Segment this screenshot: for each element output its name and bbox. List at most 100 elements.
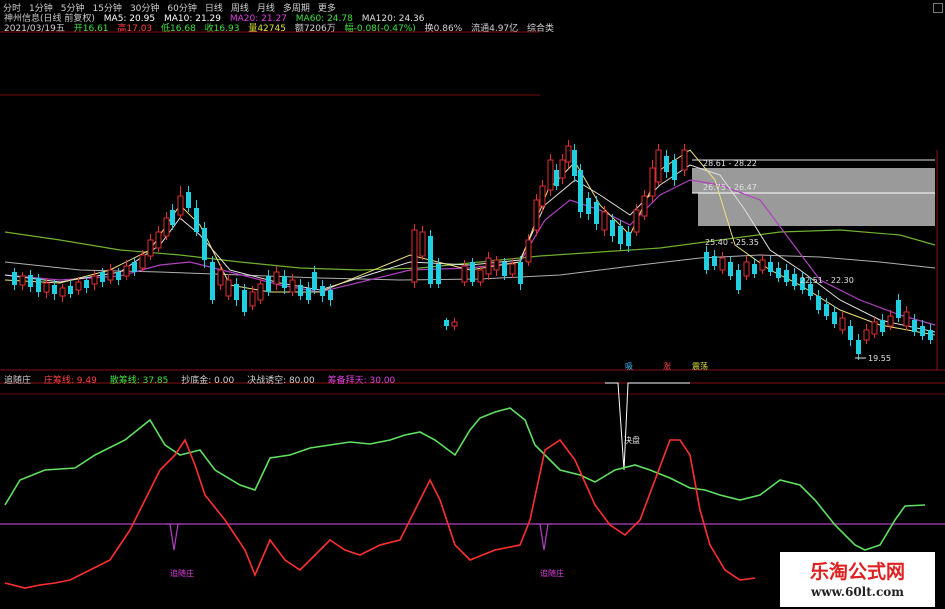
candle-body: [559, 159, 566, 179]
candle-body: [132, 262, 137, 272]
candle-body: [664, 156, 669, 172]
candle-body: [163, 217, 170, 237]
candle-body: [451, 321, 458, 327]
candle-body: [712, 256, 717, 266]
candle-body: [107, 269, 114, 281]
candle-body: [681, 149, 688, 171]
candle-body: [509, 263, 516, 275]
candle-body: [633, 209, 640, 233]
purple-dip-2: [536, 523, 552, 551]
candle-body: [12, 272, 17, 285]
candle-body: [610, 220, 615, 236]
candle-body: [428, 236, 433, 284]
candle-body: [36, 278, 41, 292]
label-range3: 25.40 - 25.35: [705, 238, 759, 247]
candle-body: [618, 226, 623, 244]
candle-body: [816, 296, 821, 310]
candle-body: [565, 145, 572, 163]
candle-body: [147, 239, 154, 257]
candle-body: [249, 291, 256, 307]
watermark-url: www.60lt.com: [811, 585, 904, 599]
candle-body: [704, 252, 709, 270]
candle-body: [903, 311, 910, 327]
candle-body: [743, 261, 750, 277]
candle-body: [848, 326, 853, 340]
candle-body: [871, 321, 878, 335]
candle-body: [649, 167, 656, 197]
gray-zone: [692, 159, 935, 226]
kline-chart[interactable]: 28.61 - 28.22 26.75 - 26.47 25.40 - 25.3…: [0, 0, 945, 609]
signal-a: 吸: [625, 362, 633, 371]
label-high-range: 28.61 - 28.22: [703, 159, 757, 168]
candle-body: [444, 320, 449, 326]
candle-body: [186, 192, 191, 208]
watermark-box: 乐淘公式网 www.60lt.com: [780, 552, 935, 607]
ind-item-1: 庄筹线: 9.49: [43, 376, 97, 386]
white-spike: [605, 382, 690, 471]
annotation-top: 决盘: [624, 435, 640, 445]
candle-body: [518, 262, 523, 284]
candle-body: [43, 282, 50, 293]
candle-body: [411, 229, 418, 283]
indicator-name[interactable]: 追随庄: [4, 376, 31, 386]
red-line: [4, 438, 756, 589]
candle-body: [257, 283, 264, 301]
candle-body: [880, 320, 885, 332]
candle-body: [808, 284, 813, 296]
candle-body: [289, 279, 296, 293]
candle-body: [493, 259, 500, 271]
candle-body: [320, 286, 325, 296]
candle-body: [728, 262, 733, 276]
ind-item-4: 决战诱空: 80.00: [247, 376, 315, 386]
candle-body: [824, 304, 829, 316]
candle-body: [217, 269, 224, 286]
candle-body: [273, 271, 280, 285]
candle-body: [282, 276, 287, 288]
candle-body: [123, 265, 130, 277]
label-low: 19.55: [868, 354, 891, 363]
label-range4: 22.51 - 22.30: [800, 276, 854, 285]
candle-body: [91, 275, 98, 285]
candle-body: [461, 265, 468, 283]
candle-body: [202, 228, 207, 260]
candle-body: [578, 170, 583, 212]
candle-body: [28, 275, 33, 287]
candle-body: [312, 272, 317, 290]
candle-body: [792, 274, 797, 286]
candle-body: [266, 276, 271, 292]
candle-body: [586, 198, 591, 214]
candle-body: [19, 275, 26, 286]
candle-body: [170, 210, 175, 225]
candle-body: [470, 262, 475, 282]
candle-body: [863, 329, 870, 341]
candle-body: [856, 340, 861, 354]
candle-body: [485, 257, 492, 275]
candle-body: [896, 300, 901, 318]
candle-body: [839, 317, 846, 331]
candle-body: [784, 270, 789, 282]
indicator-header: 追随庄 庄筹线: 9.49 散筹线: 37.85 抄底金: 0.00 决战诱空:…: [4, 373, 405, 386]
candle-body: [547, 159, 554, 191]
candle-body: [242, 290, 247, 312]
candle-body: [68, 286, 73, 294]
candle-body: [672, 160, 677, 180]
green-line: [4, 407, 926, 551]
candle-body: [177, 195, 184, 216]
signal-b: 涨: [663, 361, 671, 371]
ind-item-5: 筹备拜天: 30.00: [327, 376, 396, 386]
candle-body: [887, 315, 894, 327]
label-mid-range: 26.75 - 26.47: [703, 183, 757, 192]
marker-1: 追随庄: [170, 568, 194, 578]
watermark-title: 乐淘公式网: [809, 561, 905, 583]
candle-body: [328, 290, 333, 300]
ind-item-2: 散筹线: 37.85: [109, 376, 169, 386]
candle-body: [116, 272, 121, 280]
candle-body: [912, 320, 917, 332]
candle-body: [59, 287, 66, 297]
candle-body: [759, 259, 766, 271]
candle-body: [52, 285, 57, 294]
ind-item-3: 抄底金: 0.00: [181, 376, 235, 386]
candle-body: [477, 269, 484, 283]
candle-body: [928, 330, 933, 340]
candle-body: [641, 195, 648, 217]
